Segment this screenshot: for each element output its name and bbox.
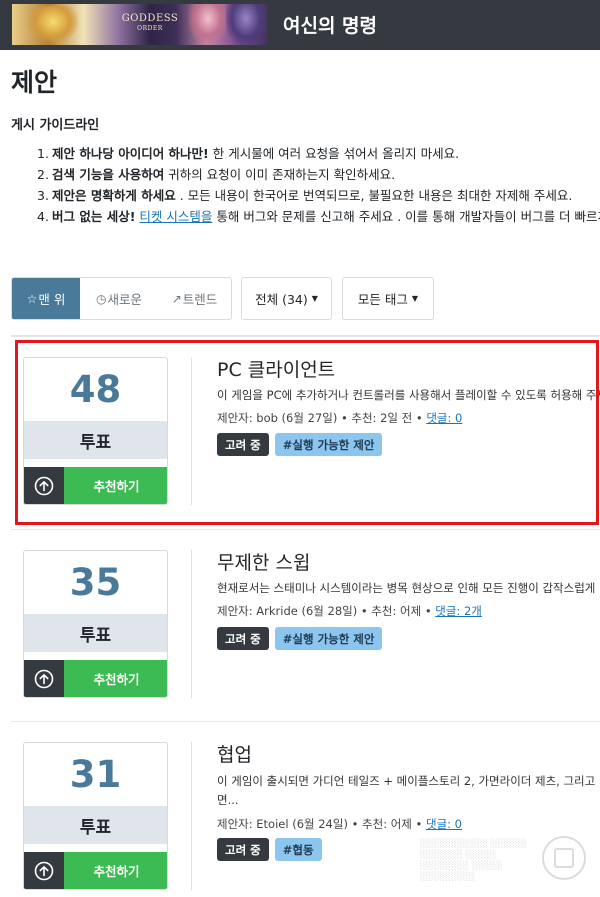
post-description: 이 게임이 출시되면 가디언 테일즈 + 메이플스토리 2, 가면라이더 제츠,…: [217, 774, 600, 788]
vote-label: 투표: [24, 806, 167, 844]
site-title[interactable]: 여신의 명령: [283, 11, 377, 38]
vote-box: 35 투표 추천하기: [23, 550, 168, 698]
top-navbar: GODDESS ORDER 여신의 명령: [0, 0, 600, 50]
guidelines-list: 1. 제안 하나당 아이디어 하나만! 한 게시물에 여러 요청을 섞어서 올리지…: [37, 144, 600, 228]
suggestion-post: 35 투표 추천하기 무제한 스윕 현재로서는 스태미나 시스템이라는 병목 현…: [11, 529, 600, 721]
vote-count: 31: [69, 753, 122, 796]
tag-badge[interactable]: #협동: [274, 838, 322, 861]
arrow-up-circle-icon: [24, 852, 64, 889]
comments-link[interactable]: 댓글: 0: [426, 817, 462, 831]
post-tags: 고려 중 #협동: [217, 838, 322, 861]
tab-new[interactable]: ◷ 새로운: [80, 278, 158, 319]
caret-down-icon: ▼: [411, 294, 419, 303]
status-badge[interactable]: 고려 중: [217, 838, 269, 861]
caret-down-icon: ▼: [311, 294, 318, 303]
game-banner-image[interactable]: GODDESS ORDER: [12, 4, 268, 45]
clock-icon: ◷: [96, 291, 107, 306]
guidelines-heading: 게시 가이드라인: [11, 118, 100, 133]
tag-badge[interactable]: #실행 가능한 제안: [274, 627, 383, 650]
post-title[interactable]: 협업: [217, 740, 252, 767]
upvote-button[interactable]: 추천하기: [24, 852, 167, 889]
vote-count: 35: [69, 561, 122, 604]
guideline-item: 3. 제안은 명확하게 하세요 . 모든 내용이 한국어로 번역되므로, 불필요한…: [37, 188, 573, 203]
vertical-divider: [191, 742, 192, 890]
tag-dropdown[interactable]: 모든 태그 ▼: [342, 277, 434, 320]
guideline-item: 1. 제안 하나당 아이디어 하나만! 한 게시물에 여러 요청을 섞어서 올리지…: [37, 146, 460, 161]
arrow-up-circle-icon: [24, 660, 64, 697]
watermark-icon: [542, 836, 586, 880]
vote-box: 31 투표 추천하기: [23, 742, 168, 890]
watermark-logo: ░░░░░░░░░░░ ░░░░░░ ░░░░░░░ ░░░░░ ░░░░░░░…: [420, 832, 590, 890]
tab-top[interactable]: ☆ 맨 위: [12, 278, 80, 319]
category-dropdown[interactable]: 전체 (34) ▼: [241, 277, 332, 320]
vertical-divider: [191, 550, 192, 698]
guideline-item: 2. 검색 기능을 사용하여 귀하의 요청이 이미 존재하는지 확인하세요.: [37, 167, 396, 182]
upvote-button[interactable]: 추천하기: [24, 660, 167, 697]
post-meta: 제안자: Arkride (6월 28일) • 추천: 어제 • 댓글: 2개: [217, 604, 482, 618]
post-description: 현재로서는 스태미나 시스템이라는 병목 현상으로 인해 모든 진행이 갑작스럽…: [217, 581, 600, 595]
watermark-text: ░░░░░░░░░░░ ░░░░░░ ░░░░░░░ ░░░░░ ░░░░░░░…: [420, 839, 528, 881]
banner-character-left: [26, 6, 80, 45]
comments-link[interactable]: 댓글: 2개: [435, 604, 482, 618]
post-meta: 제안자: Etoiel (6월 24일) • 추천: 어제 • 댓글: 0: [217, 817, 462, 831]
page-title: 제안: [11, 68, 58, 97]
banner-character-right: [226, 4, 266, 45]
post-title[interactable]: 무제한 스윕: [217, 548, 310, 575]
ticket-system-link[interactable]: 티켓 시스템을: [139, 209, 212, 224]
vote-label: 투표: [24, 614, 167, 652]
sort-tabs: ☆ 맨 위 ◷ 새로운 ↗ 트렌드: [11, 277, 232, 320]
trending-icon: ↗: [171, 291, 182, 306]
tab-trending[interactable]: ↗ 트렌드: [158, 278, 231, 319]
game-logo: GODDESS ORDER: [121, 13, 179, 32]
post-tags: 고려 중 #실행 가능한 제안: [217, 627, 383, 650]
post-description-continued: 면...: [217, 793, 239, 807]
highlight-box: [15, 340, 599, 525]
banner-character-middle: [188, 4, 228, 45]
status-badge[interactable]: 고려 중: [217, 627, 269, 650]
guideline-item: 4. 버그 없는 세상! 티켓 시스템을 통해 버그와 문제를 신고해 주세요 .…: [37, 209, 600, 224]
star-icon: ☆: [26, 291, 38, 306]
